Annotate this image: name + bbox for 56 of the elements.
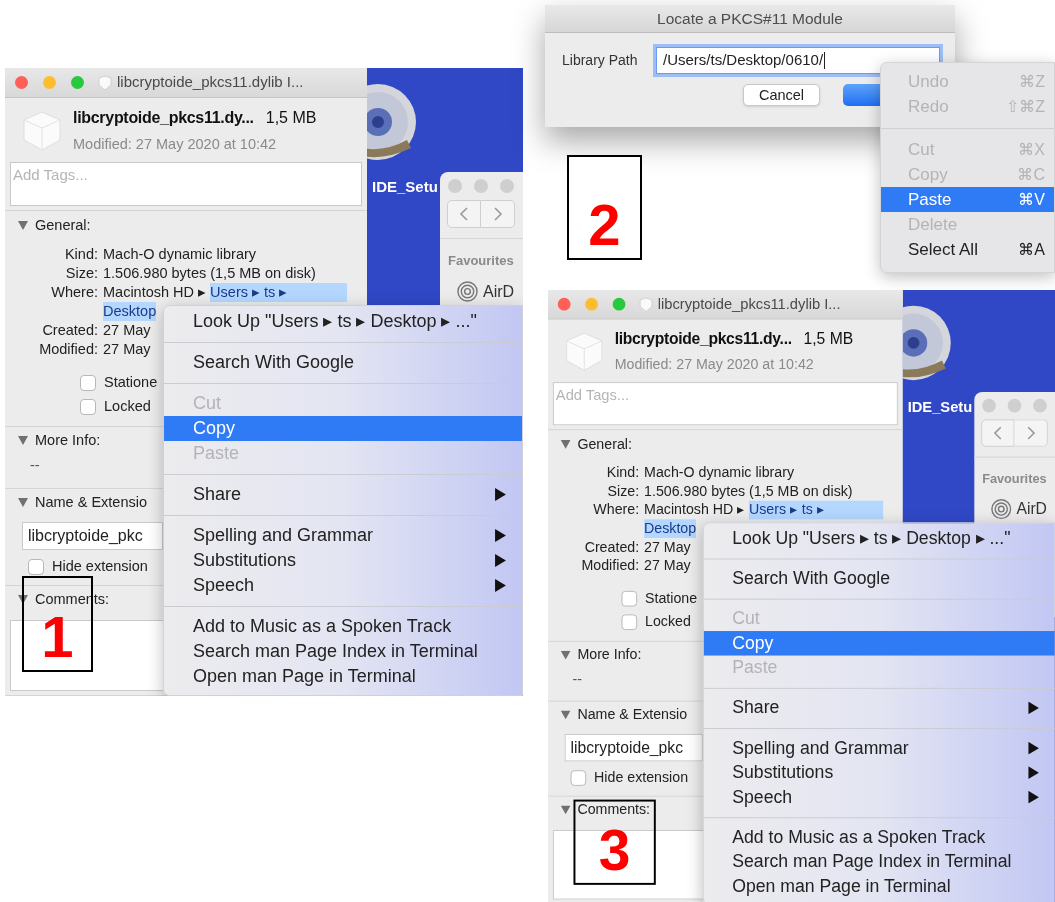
field-value: 27 May bbox=[103, 321, 151, 340]
checkbox-label: Locked bbox=[104, 397, 151, 417]
path-text: Macintosh HD ▸ bbox=[103, 283, 207, 302]
section-heading: General: bbox=[577, 435, 632, 454]
window-title: libcryptoide_pkcs11.dylib I... bbox=[657, 294, 841, 314]
field-value: -- bbox=[30, 456, 40, 476]
file-size: 1,5 MB bbox=[265, 108, 317, 128]
checkbox-label: Statione bbox=[645, 589, 698, 608]
field-label: Kind: bbox=[64, 245, 98, 264]
checkbox-label: Statione bbox=[104, 373, 158, 393]
field-value: 1.506.980 bytes (1,5 MB on disk) bbox=[103, 264, 316, 283]
file-name: libcryptoide_pkcs11.dy... bbox=[614, 329, 792, 349]
icon-label: IDE_Setu bbox=[907, 396, 973, 417]
field-label: Kind: bbox=[606, 463, 640, 483]
field-label: Where: bbox=[593, 500, 640, 520]
path-text: Desktop bbox=[103, 302, 157, 321]
path-text: Users ▸ ts ▸ bbox=[749, 500, 884, 520]
sidebar-heading: Favourites bbox=[981, 470, 1048, 488]
section-heading: Name & Extensio bbox=[577, 705, 688, 725]
field-value: -- bbox=[572, 670, 582, 689]
field-label: Created: bbox=[584, 537, 640, 557]
section-heading: More Info: bbox=[35, 431, 101, 451]
checkbox-label: Hide extension bbox=[594, 767, 689, 787]
keyboard-shortcut: ⌘A bbox=[1018, 239, 1045, 260]
field-value: 1.506.980 bytes (1,5 MB on disk) bbox=[644, 482, 853, 501]
checkbox-label: Locked bbox=[645, 612, 691, 632]
modified-date: Modified: 27 May 2020 at 10:42 bbox=[614, 355, 815, 375]
section-heading: Name & Extensio bbox=[35, 492, 148, 512]
field-label: Created: bbox=[42, 321, 98, 340]
modified-date: Modified: 27 May 2020 at 10:42 bbox=[73, 135, 278, 154]
field-label: Where: bbox=[51, 283, 98, 302]
field-label: Size: bbox=[607, 482, 640, 501]
section-heading: More Info: bbox=[577, 645, 642, 665]
path-text: Users ▸ ts ▸ bbox=[210, 283, 347, 302]
section-heading: Comments: bbox=[577, 800, 651, 819]
field-value: 27 May bbox=[103, 340, 151, 359]
window-title: libcryptoide_pkcs11.dylib I... bbox=[117, 72, 304, 93]
path-text: Macintosh HD ▸ bbox=[644, 500, 746, 520]
step-number: 2 bbox=[567, 155, 642, 260]
field-value: 27 May bbox=[644, 556, 691, 576]
keyboard-shortcut: ⌘V bbox=[1018, 189, 1045, 210]
window-title: Locate a PKCS#11 Module bbox=[657, 8, 843, 29]
section-heading: General: bbox=[35, 216, 91, 236]
field-value: Mach-O dynamic library bbox=[644, 463, 795, 483]
field-label: Library Path bbox=[562, 51, 639, 70]
field-value: 27 May bbox=[644, 537, 691, 557]
file-size: 1,5 MB bbox=[803, 329, 854, 349]
field-label: Modified: bbox=[581, 556, 640, 576]
sidebar-heading: Favourites bbox=[447, 252, 515, 270]
field-value: Mach-O dynamic library bbox=[103, 245, 257, 264]
field-label: Size: bbox=[65, 264, 98, 283]
checkbox-label: Hide extension bbox=[52, 556, 148, 576]
icon-label: IDE_Setu bbox=[372, 177, 438, 197]
file-name: libcryptoide_pkcs11.dy... bbox=[73, 108, 254, 128]
field-label: Modified: bbox=[39, 340, 98, 359]
path-text: Desktop bbox=[644, 519, 697, 538]
